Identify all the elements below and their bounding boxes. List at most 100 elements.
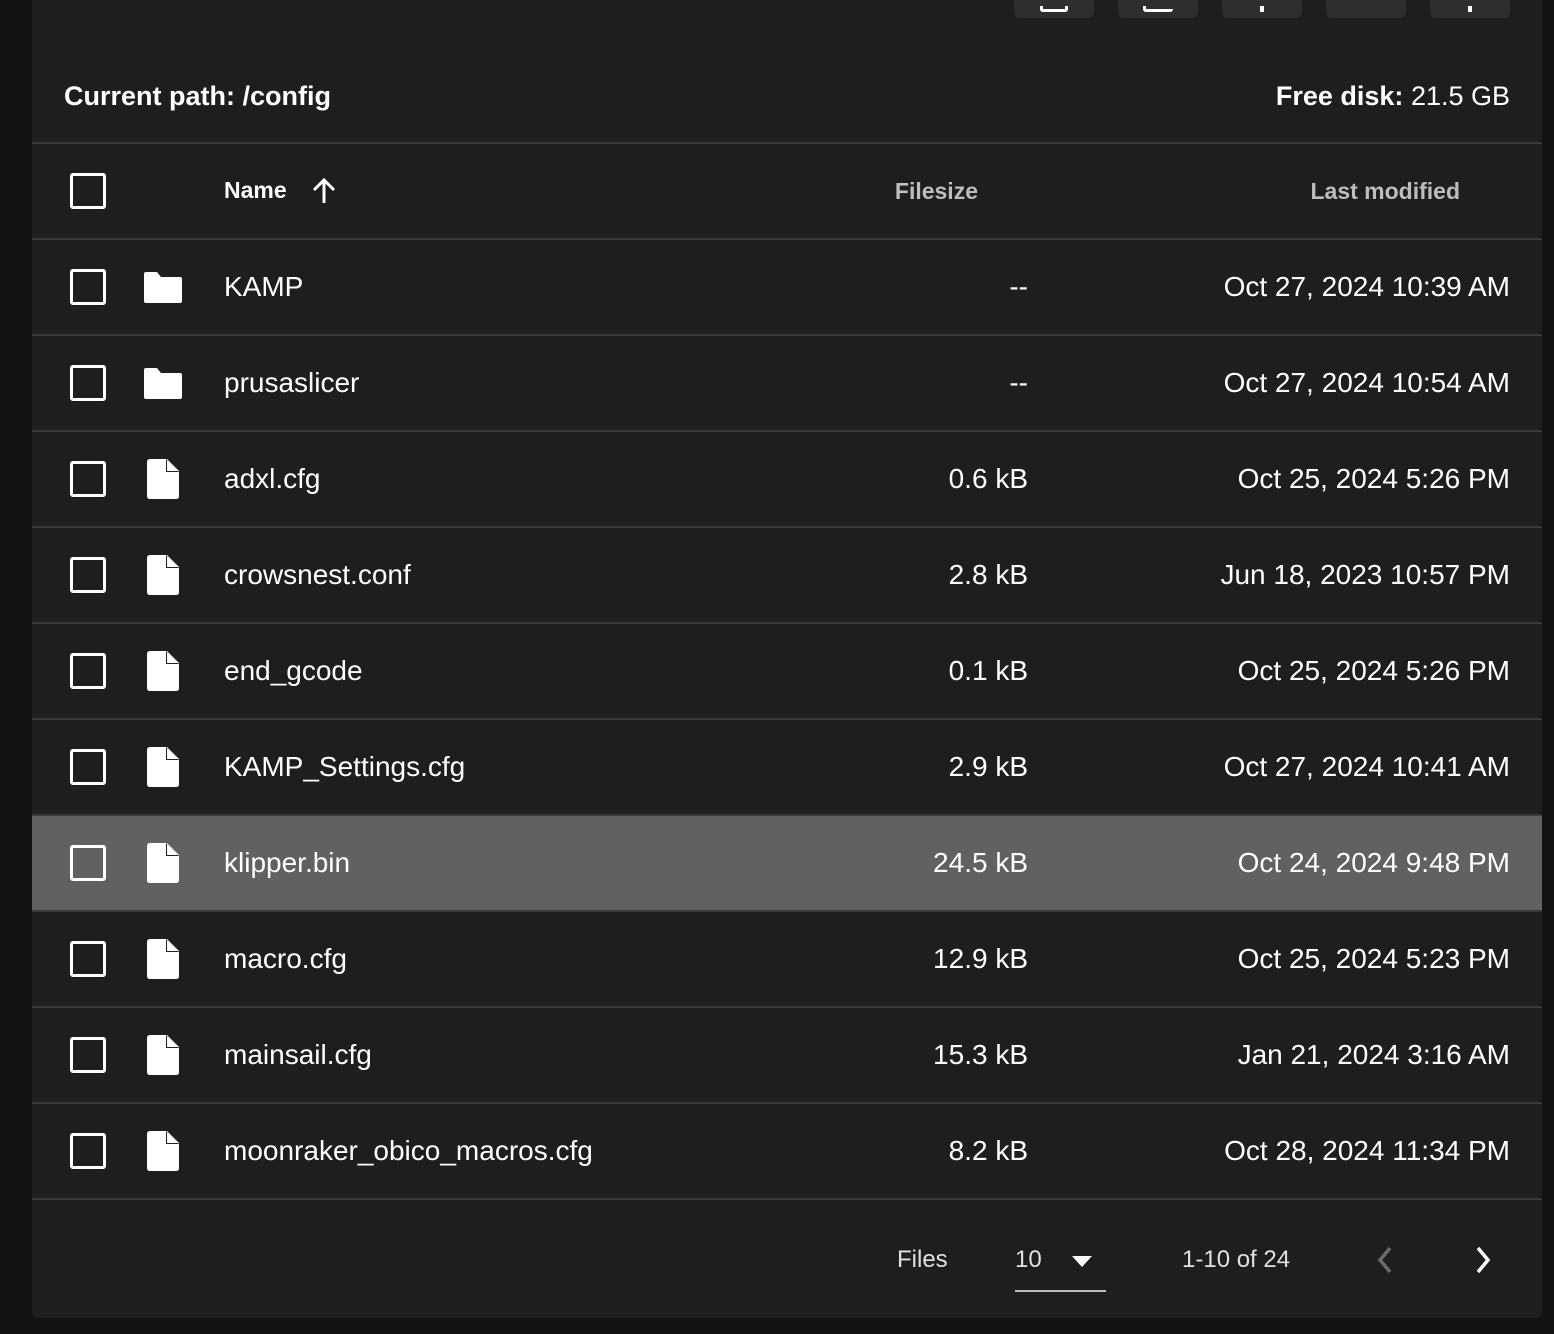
row-name[interactable]: klipper.bin [224,814,784,911]
toolbar-button-3[interactable] [1222,0,1302,18]
current-path-label: Current path: [64,80,235,111]
row-icon-cell [142,526,224,623]
row-name[interactable]: crowsnest.conf [224,526,784,623]
row-filesize: -- [784,334,1028,431]
toolbar-button-4[interactable] [1326,0,1406,18]
table-footer: Files 10 1-10 of 24 [32,1202,1542,1318]
pagination-range: 1-10 of 24 [1182,1246,1291,1273]
row-icon-cell [142,910,224,1007]
row-name[interactable]: mainsail.cfg [224,1006,784,1103]
row-filesize: 8.2 kB [784,1102,1028,1200]
folder-icon [142,366,224,400]
row-select-cell [32,238,142,335]
row-checkbox[interactable] [70,557,106,593]
file-icon [146,938,224,980]
file-icon [146,1034,224,1076]
header-icon-cell [142,142,224,239]
row-icon-cell [142,334,224,431]
file-icon [146,458,224,500]
path-bar: Current path: /config Free disk: 21.5 GB [32,50,1542,142]
table-row[interactable]: mainsail.cfg 15.3 kB Jan 21, 2024 3:16 AM [32,1006,1542,1103]
row-icon-cell [142,430,224,527]
row-last-modified: Jun 18, 2023 10:57 PM [1028,526,1542,623]
free-disk: Free disk: 21.5 GB [1276,81,1510,112]
row-checkbox[interactable] [70,1133,106,1169]
row-name[interactable]: end_gcode [224,622,784,719]
row-filesize: 24.5 kB [784,814,1028,911]
row-icon-cell [142,1102,224,1200]
folder-icon [142,270,224,304]
row-select-cell [32,718,142,815]
column-header-last-modified[interactable]: Last modified [1028,142,1542,239]
column-header-name[interactable]: Name [224,142,784,239]
row-filesize: 15.3 kB [784,1006,1028,1103]
select-all-checkbox[interactable] [70,173,106,209]
table-row[interactable]: crowsnest.conf 2.8 kB Jun 18, 2023 10:57 P… [32,526,1542,623]
row-name[interactable]: adxl.cfg [224,430,784,527]
row-name[interactable]: macro.cfg [224,910,784,1007]
toolbar-button-2[interactable] [1118,0,1198,18]
file-icon [146,650,224,692]
per-page-select[interactable]: 10 [1015,1230,1106,1292]
row-icon-cell [142,814,224,911]
toolbar-icon-5 [1468,6,1472,12]
toolbar-button-5[interactable] [1430,0,1510,18]
column-header-name-label: Name [224,176,287,203]
table-row[interactable]: moonraker_obico_macros.cfg 8.2 kB Oct 28, … [32,1102,1542,1200]
file-icon [146,746,224,788]
row-checkbox[interactable] [70,941,106,977]
file-icon [146,554,224,596]
current-path: Current path: /config [64,81,331,112]
table-row[interactable]: KAMP_Settings.cfg 2.9 kB Oct 27, 2024 10:4… [32,718,1542,815]
row-icon-cell [142,622,224,719]
row-last-modified: Oct 27, 2024 10:54 AM [1028,334,1542,431]
table-row[interactable]: klipper.bin 24.5 kB Oct 24, 2024 9:48 PM [32,814,1542,911]
row-icon-cell [142,238,224,335]
row-checkbox[interactable] [70,1037,106,1073]
table-row[interactable]: macro.cfg 12.9 kB Oct 25, 2024 5:23 PM [32,910,1542,1007]
table-row[interactable]: end_gcode 0.1 kB Oct 25, 2024 5:26 PM [32,622,1542,719]
row-checkbox[interactable] [70,653,106,689]
row-name[interactable]: moonraker_obico_macros.cfg [224,1102,784,1200]
row-checkbox[interactable] [70,269,106,305]
row-name[interactable]: KAMP [224,238,784,335]
file-manager-panel: Current path: /config Free disk: 21.5 GB… [32,0,1542,1318]
toolbar-button-1[interactable] [1014,0,1094,18]
file-icon [146,1130,224,1172]
row-last-modified: Oct 28, 2024 11:34 PM [1028,1102,1542,1200]
row-name[interactable]: KAMP_Settings.cfg [224,718,784,815]
per-page-value: 10 [1015,1246,1042,1273]
toolbar-icon-3 [1260,6,1264,12]
row-icon-cell [142,718,224,815]
table-row[interactable]: KAMP -- Oct 27, 2024 10:39 AM [32,238,1542,335]
row-select-cell [32,814,142,911]
row-select-cell [32,1102,142,1200]
toolbar-icon-1 [1040,6,1068,12]
row-name[interactable]: prusaslicer [224,334,784,431]
arrow-up-icon [312,178,336,204]
row-filesize: 2.9 kB [784,718,1028,815]
row-last-modified: Oct 25, 2024 5:26 PM [1028,430,1542,527]
row-checkbox[interactable] [70,845,106,881]
current-path-value: /config [242,80,332,111]
row-checkbox[interactable] [70,461,106,497]
row-select-cell [32,910,142,1007]
chevron-left-icon[interactable] [1372,1242,1396,1278]
row-last-modified: Oct 25, 2024 5:23 PM [1028,910,1542,1007]
row-last-modified: Oct 25, 2024 5:26 PM [1028,622,1542,719]
row-select-cell [32,334,142,431]
file-table: Name Filesize Last modified KAMP -- Oct 27… [32,142,1542,1200]
free-disk-value: 21.5 GB [1410,80,1510,111]
row-filesize: 0.6 kB [784,430,1028,527]
toolbar-icon-2 [1143,6,1173,12]
row-checkbox[interactable] [70,749,106,785]
table-row[interactable]: adxl.cfg 0.6 kB Oct 25, 2024 5:26 PM [32,430,1542,527]
row-checkbox[interactable] [70,365,106,401]
column-header-filesize[interactable]: Filesize [784,142,1028,239]
caret-down-icon [1072,1256,1092,1267]
row-filesize: 12.9 kB [784,910,1028,1007]
row-last-modified: Oct 27, 2024 10:39 AM [1028,238,1542,335]
chevron-right-icon[interactable] [1472,1242,1496,1278]
row-select-cell [32,622,142,719]
table-row[interactable]: prusaslicer -- Oct 27, 2024 10:54 AM [32,334,1542,431]
